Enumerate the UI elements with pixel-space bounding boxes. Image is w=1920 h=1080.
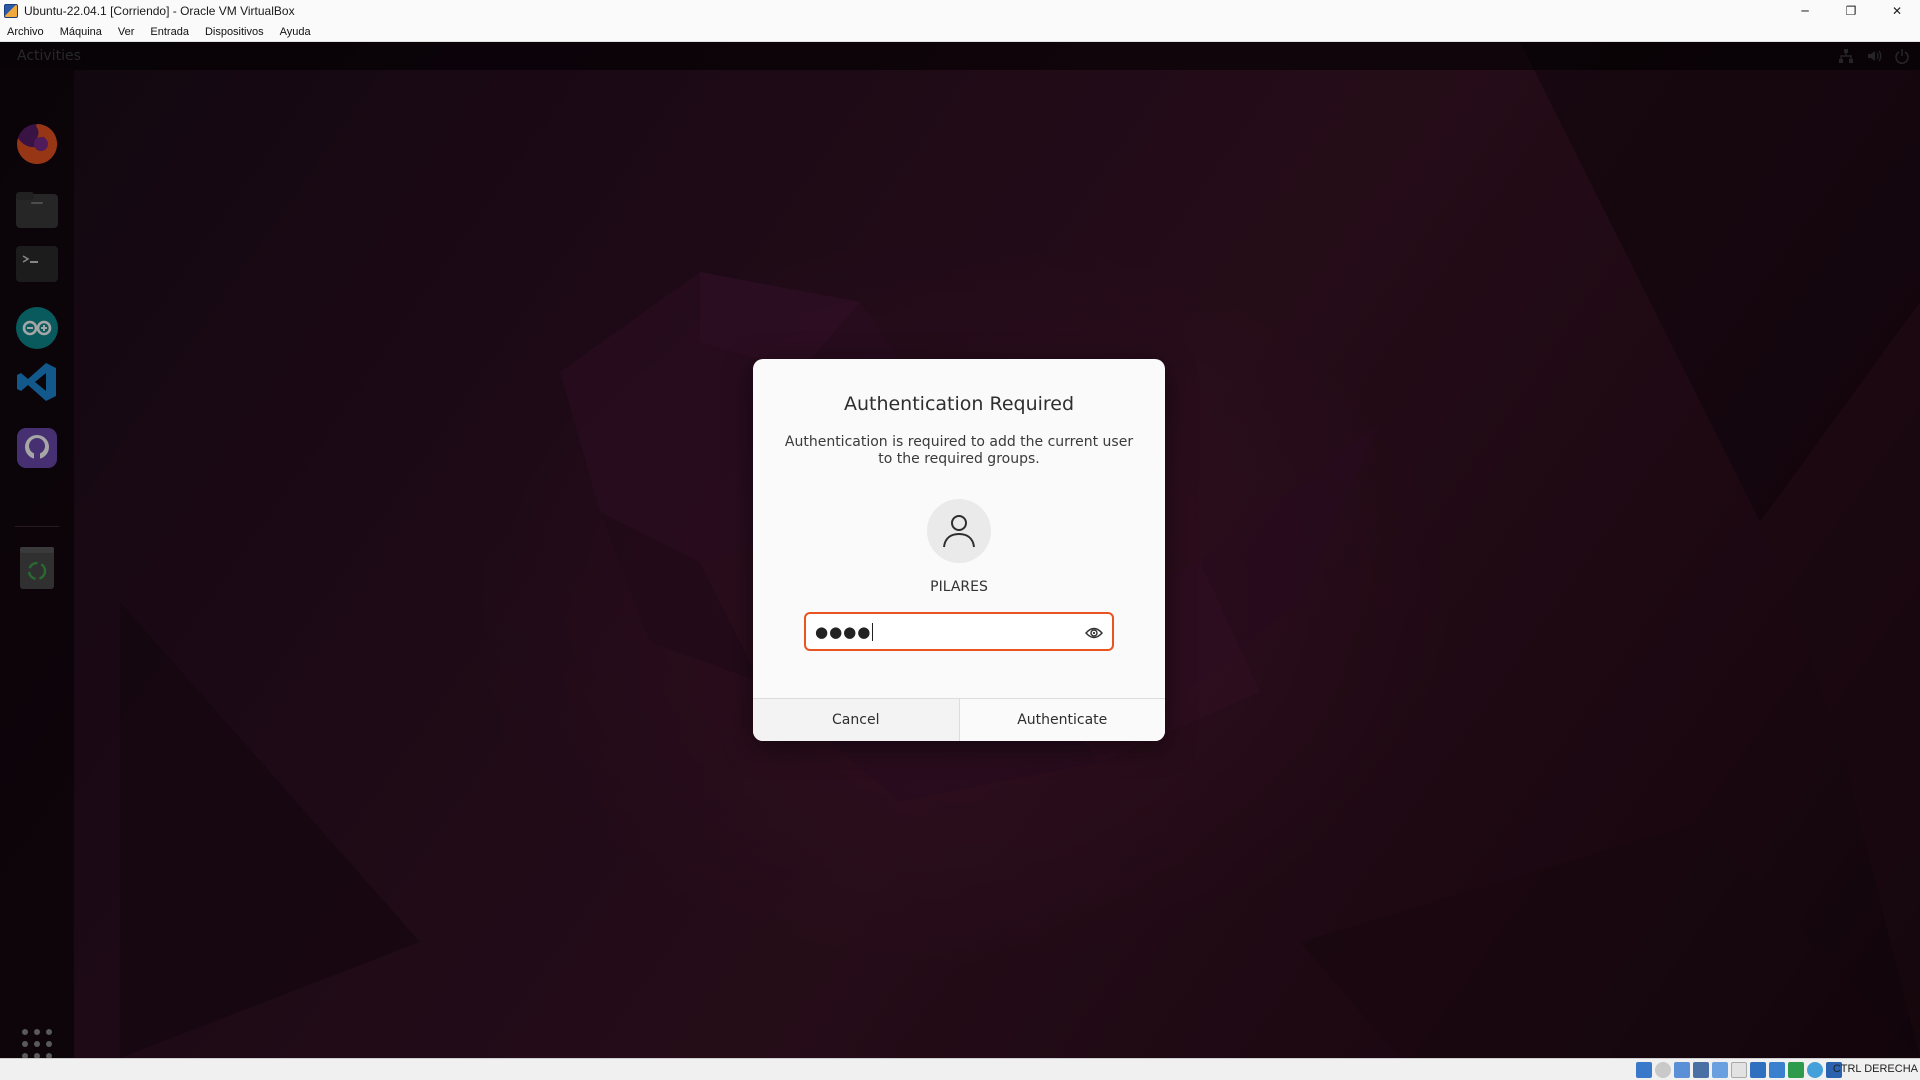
shared-folders-icon[interactable] xyxy=(1731,1062,1747,1078)
window-title: Ubuntu-22.04.1 [Corriendo] - Oracle VM V… xyxy=(24,4,295,18)
menu-ver[interactable]: Ver xyxy=(110,26,143,38)
display-icon[interactable] xyxy=(1750,1062,1766,1078)
cancel-button[interactable]: Cancel xyxy=(753,699,959,741)
network-adapter-icon[interactable] xyxy=(1693,1062,1709,1078)
mouse-integration-icon[interactable] xyxy=(1807,1062,1823,1078)
optical-drive-icon[interactable] xyxy=(1655,1062,1671,1078)
avatar xyxy=(927,499,991,563)
authentication-dialog: Authentication Required Authentication i… xyxy=(753,359,1165,741)
dialog-title: Authentication Required xyxy=(843,393,1075,415)
dialog-message: Authentication is required to add the cu… xyxy=(784,434,1134,467)
menu-archivo[interactable]: Archivo xyxy=(0,26,52,38)
usb-icon[interactable] xyxy=(1712,1062,1728,1078)
show-password-icon[interactable] xyxy=(1085,624,1103,642)
menu-dispositivos[interactable]: Dispositivos xyxy=(197,26,272,38)
device-status-icons xyxy=(1636,1062,1842,1078)
menubar: Archivo Máquina Ver Entrada Dispositivos… xyxy=(0,22,1920,42)
authenticate-button[interactable]: Authenticate xyxy=(958,699,1165,741)
cpu-icon[interactable] xyxy=(1788,1062,1804,1078)
audio-icon[interactable] xyxy=(1674,1062,1690,1078)
close-button[interactable]: ✕ xyxy=(1874,0,1920,22)
menu-entrada[interactable]: Entrada xyxy=(142,26,197,38)
user-icon xyxy=(943,515,975,548)
menu-ayuda[interactable]: Ayuda xyxy=(272,26,319,38)
host-key-label: CTRL DERECHA xyxy=(1832,1063,1918,1075)
dialog-buttons: Cancel Authenticate xyxy=(753,698,1165,741)
restore-button[interactable]: ❐ xyxy=(1828,0,1874,22)
recording-icon[interactable] xyxy=(1769,1062,1785,1078)
minimize-button[interactable]: ─ xyxy=(1782,0,1828,22)
virtualbox-icon xyxy=(4,4,18,18)
password-value: ●●●● xyxy=(815,622,872,641)
guest-screen[interactable]: Activities Authentication Required Authe… xyxy=(0,42,1920,1058)
window-controls: ─ ❐ ✕ xyxy=(1782,0,1920,22)
hard-disk-icon[interactable] xyxy=(1636,1062,1652,1078)
password-field[interactable]: ●●●● xyxy=(804,612,1114,651)
vbox-statusbar: CTRL DERECHA xyxy=(0,1058,1920,1080)
window-titlebar: Ubuntu-22.04.1 [Corriendo] - Oracle VM V… xyxy=(0,0,1920,22)
text-caret xyxy=(872,622,874,641)
username-label: PILARES xyxy=(930,579,988,595)
menu-maquina[interactable]: Máquina xyxy=(52,26,110,38)
